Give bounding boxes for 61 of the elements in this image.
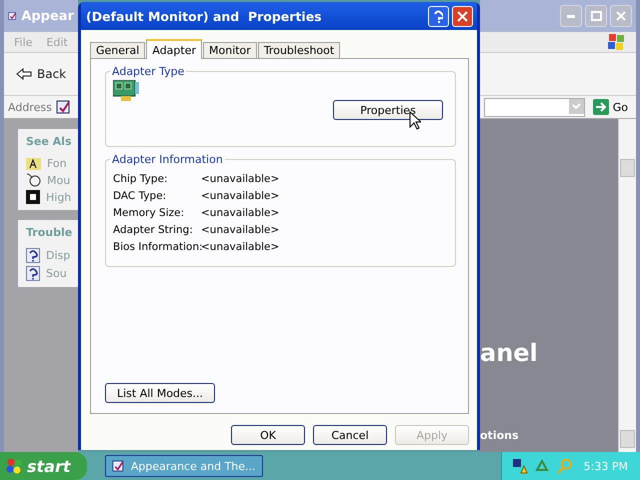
panel-link[interactable]: Sou (26, 266, 78, 281)
info-value: <unavailable> (201, 224, 280, 236)
tab[interactable]: General (90, 42, 146, 59)
magnifier-icon[interactable] (556, 458, 572, 474)
minimize-button[interactable] (560, 5, 582, 27)
start-button[interactable]: start (0, 452, 87, 480)
windows-logo-icon (608, 34, 626, 50)
help-icon (26, 248, 40, 263)
font-folder-icon (26, 157, 41, 170)
close-icon (457, 10, 468, 22)
window-title: Appear (21, 8, 74, 24)
panel-link[interactable]: Disp (26, 248, 78, 263)
dialog-button[interactable]: OK (231, 425, 305, 445)
info-value: <unavailable> (201, 173, 280, 185)
group-title: Adapter Information (111, 153, 224, 166)
help-button[interactable] (428, 6, 449, 26)
network-warning-icon[interactable] (512, 458, 528, 474)
panel-link[interactable]: Fon (26, 157, 78, 170)
info-value: <unavailable> (201, 190, 280, 202)
info-value: <unavailable> (201, 241, 280, 253)
maximize-button[interactable] (585, 5, 607, 27)
go-arrow-icon (592, 99, 609, 115)
info-label: Bios Information: (113, 241, 201, 253)
options-link[interactable]: otions (480, 429, 618, 442)
address-label: Address (8, 100, 52, 114)
back-arrow-icon (16, 68, 32, 80)
tab[interactable]: Troubleshoot (258, 42, 340, 59)
panel-title: See Als (26, 135, 73, 148)
panel-title: Trouble (26, 226, 74, 239)
close-icon (616, 11, 626, 21)
clock: 5:33 PM (584, 460, 628, 472)
taskbar-button[interactable]: Appearance and The... (104, 455, 263, 477)
dialog-title: (Default Monitor) and Properties (86, 8, 322, 24)
address-field[interactable] (484, 98, 585, 116)
tab[interactable]: Adapter (146, 39, 202, 59)
help-icon (26, 266, 40, 281)
go-button[interactable]: Go (588, 99, 632, 115)
info-label: DAC Type: (113, 190, 168, 202)
question-mark-icon (434, 10, 443, 22)
group-title: Adapter Type (111, 65, 186, 78)
maximize-icon (590, 11, 602, 21)
tab[interactable]: Monitor (203, 42, 257, 59)
contrast-icon (26, 190, 40, 204)
panel-link[interactable]: Mou (26, 173, 78, 187)
dialog-button[interactable]: Cancel (313, 425, 387, 445)
dropdown-icon (568, 98, 584, 114)
graphics-card-icon (113, 80, 139, 102)
minimize-icon (567, 14, 575, 18)
scrollbar[interactable] (618, 119, 636, 452)
menu-item[interactable]: File (14, 36, 32, 48)
panel-link[interactable]: High (26, 190, 78, 204)
windows-flag-icon (6, 458, 24, 474)
menu-item[interactable]: Edit (46, 36, 68, 48)
mouse-icon (26, 173, 41, 187)
info-label: Memory Size: (113, 207, 186, 219)
info-label: Adapter String: (113, 224, 194, 236)
info-label: Chip Type: (113, 173, 169, 185)
heading: anel (480, 339, 539, 367)
info-value: <unavailable> (201, 207, 280, 219)
list-all-modes-button[interactable]: List All Modes... (105, 383, 215, 403)
properties-button[interactable]: Properties (333, 100, 443, 120)
